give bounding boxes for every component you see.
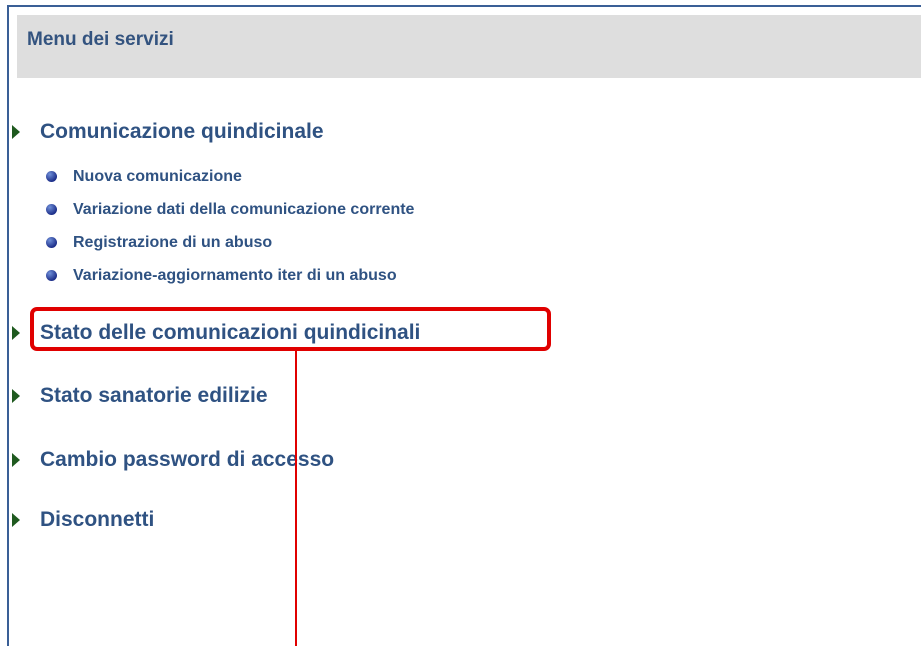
menu-item-disconnetti[interactable]: Disconnetti: [12, 508, 154, 532]
submenu-item-label: Variazione-aggiornamento iter di un abus…: [73, 266, 397, 284]
menu-item-label: Disconnetti: [40, 508, 155, 531]
annotation-pointer-line: [295, 350, 297, 646]
menu-title: Menu dei servizi: [27, 29, 174, 50]
submenu-item-registrazione-abuso[interactable]: Registrazione di un abuso: [46, 226, 414, 259]
submenu-item-label: Registrazione di un abuso: [73, 233, 273, 251]
bullet-icon: [46, 237, 57, 248]
menu-item-label: Cambio password di accesso: [40, 448, 335, 471]
menu-item-label: Stato sanatorie edilizie: [40, 384, 268, 407]
bullet-icon: [46, 270, 57, 281]
submenu-item-variazione-iter[interactable]: Variazione-aggiornamento iter di un abus…: [46, 259, 414, 292]
arrow-right-icon: [12, 389, 20, 403]
submenu-item-variazione-dati[interactable]: Variazione dati della comunicazione corr…: [46, 193, 414, 226]
bullet-icon: [46, 204, 57, 215]
submenu-item-label: Nuova comunicazione: [73, 167, 242, 185]
menu-item-label: Comunicazione quindicinale: [40, 120, 324, 143]
menu-item-stato-sanatorie[interactable]: Stato sanatorie edilizie: [12, 384, 268, 408]
menu-header: Menu dei servizi: [17, 15, 921, 78]
arrow-right-icon: [12, 326, 20, 340]
menu-item-comunicazione-quindicinale[interactable]: Comunicazione quindicinale: [12, 120, 324, 144]
bullet-icon: [46, 171, 57, 182]
submenu-comunicazione: Nuova comunicazione Variazione dati dell…: [46, 160, 414, 292]
arrow-right-icon: [12, 125, 20, 139]
highlight-annotation-box: [30, 307, 551, 351]
arrow-right-icon: [12, 453, 20, 467]
submenu-item-nuova-comunicazione[interactable]: Nuova comunicazione: [46, 160, 414, 193]
menu-item-cambio-password[interactable]: Cambio password di accesso: [12, 448, 334, 472]
arrow-right-icon: [12, 513, 20, 527]
submenu-item-label: Variazione dati della comunicazione corr…: [73, 200, 415, 218]
